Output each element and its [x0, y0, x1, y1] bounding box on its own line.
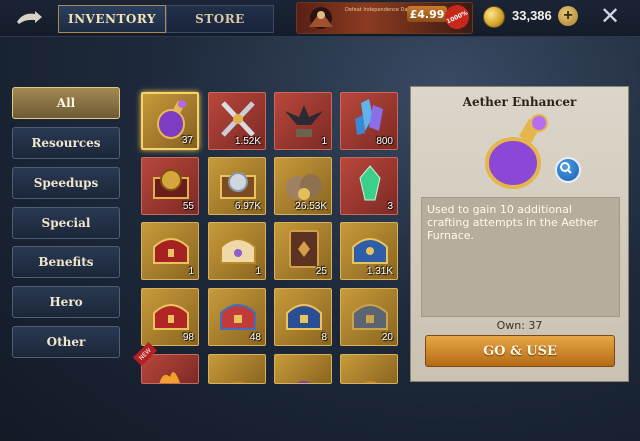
- item-slot[interactable]: 1: [141, 222, 199, 280]
- aether-potion-icon: [485, 114, 548, 189]
- red-chest-icon: [153, 304, 189, 330]
- item-slot[interactable]: [141, 354, 199, 384]
- gold-coin-icon: [483, 6, 505, 28]
- item-slot[interactable]: 1: [208, 222, 266, 280]
- category-speedups[interactable]: Speedups: [12, 167, 120, 199]
- tab-store[interactable]: STORE: [166, 5, 274, 33]
- gold-chest-icon: [220, 238, 256, 264]
- item-slot[interactable]: 25: [274, 222, 332, 280]
- chest-icon: [230, 381, 246, 383]
- book-icon: [289, 230, 319, 268]
- back-icon: [17, 11, 42, 24]
- item-quantity: 1.52K: [234, 136, 261, 147]
- item-slot[interactable]: 800: [340, 92, 398, 150]
- green-gem-icon: [359, 165, 381, 201]
- item-slot[interactable]: 48: [208, 288, 266, 346]
- steel-chest-icon: [352, 304, 388, 330]
- item-slot[interactable]: 37: [141, 92, 199, 150]
- add-gold-button[interactable]: +: [558, 6, 578, 26]
- category-resources[interactable]: Resources: [12, 127, 120, 159]
- item-slot[interactable]: 3: [340, 157, 398, 215]
- red-chest-icon: [153, 238, 189, 264]
- gold-amount: 33,386: [512, 8, 552, 23]
- category-other[interactable]: Other: [12, 326, 120, 358]
- ornate-chest-icon: [220, 304, 256, 330]
- item-description: Used to gain 10 additional crafting atte…: [427, 203, 598, 242]
- item-slot[interactable]: 26.53K: [274, 157, 332, 215]
- item-slot[interactable]: [274, 354, 332, 384]
- category-benefits[interactable]: Benefits: [12, 246, 120, 278]
- blue-gold-chest-icon: [286, 304, 322, 330]
- item-name: Aether Enhancer: [462, 95, 577, 109]
- item-slot[interactable]: 98: [141, 288, 199, 346]
- crossed-swords-icon: [221, 101, 255, 137]
- owned-count: Own: 37: [496, 319, 543, 332]
- item-quantity: 1: [255, 266, 261, 277]
- item-quantity: 8: [321, 332, 327, 343]
- item-slot[interactable]: 1.52K: [208, 92, 266, 150]
- item-quantity: 6.97K: [234, 201, 261, 212]
- dragon-statue-icon: [285, 105, 323, 137]
- item-quantity: 1: [321, 136, 327, 147]
- item-slot[interactable]: [340, 354, 398, 384]
- blue-chest-icon: [352, 238, 388, 264]
- item-slot[interactable]: 8: [274, 288, 332, 346]
- item-slot[interactable]: [208, 354, 266, 384]
- item-description-box: Used to gain 10 additional crafting atte…: [421, 197, 620, 317]
- category-special[interactable]: Special: [12, 207, 120, 239]
- item-quantity: 26.53K: [295, 201, 327, 212]
- item-slot[interactable]: 55: [141, 157, 199, 215]
- tab-inventory[interactable]: INVENTORY: [58, 5, 166, 33]
- medal-chest-icon: [220, 172, 256, 199]
- item-quantity: 25: [315, 266, 327, 277]
- item-quantity: 48: [249, 332, 261, 343]
- fire-icon: [159, 372, 181, 383]
- item-quantity: 98: [182, 332, 194, 343]
- item-slot[interactable]: 1.31K: [340, 222, 398, 280]
- go-and-use-button[interactable]: GO & USE: [425, 335, 615, 367]
- item-slot[interactable]: 20: [340, 288, 398, 346]
- offer-price[interactable]: £4.99: [407, 6, 447, 22]
- item-quantity: 1.31K: [366, 266, 393, 277]
- category-all[interactable]: All: [12, 87, 120, 119]
- item-slot[interactable]: 6.97K: [208, 157, 266, 215]
- close-icon[interactable]: ✕: [598, 4, 622, 28]
- item-slot[interactable]: 1: [274, 92, 332, 150]
- item-quantity: 800: [376, 136, 393, 147]
- search-icon: [560, 162, 572, 174]
- category-hero[interactable]: Hero: [12, 286, 120, 318]
- chest-icon: [362, 381, 378, 383]
- resource-bags-icon: [286, 174, 322, 200]
- item-quantity: 37: [181, 135, 193, 146]
- crystals-icon: [355, 99, 383, 135]
- item-quantity: 55: [182, 201, 194, 212]
- mystery-chest-icon: [296, 381, 312, 383]
- offer-banner[interactable]: Defeat Independence Day Pack £4.99 1000%: [296, 2, 473, 34]
- back-button[interactable]: [12, 6, 46, 30]
- item-quantity: 20: [381, 332, 393, 343]
- item-detail-panel: Aether Enhancer Used to gain 10 addition…: [410, 86, 629, 382]
- item-quantity: 1: [188, 266, 194, 277]
- knight-icon: [309, 7, 333, 29]
- emblem-chest-icon: [153, 169, 189, 199]
- item-quantity: 3: [387, 201, 393, 212]
- zoom-button[interactable]: [555, 157, 581, 183]
